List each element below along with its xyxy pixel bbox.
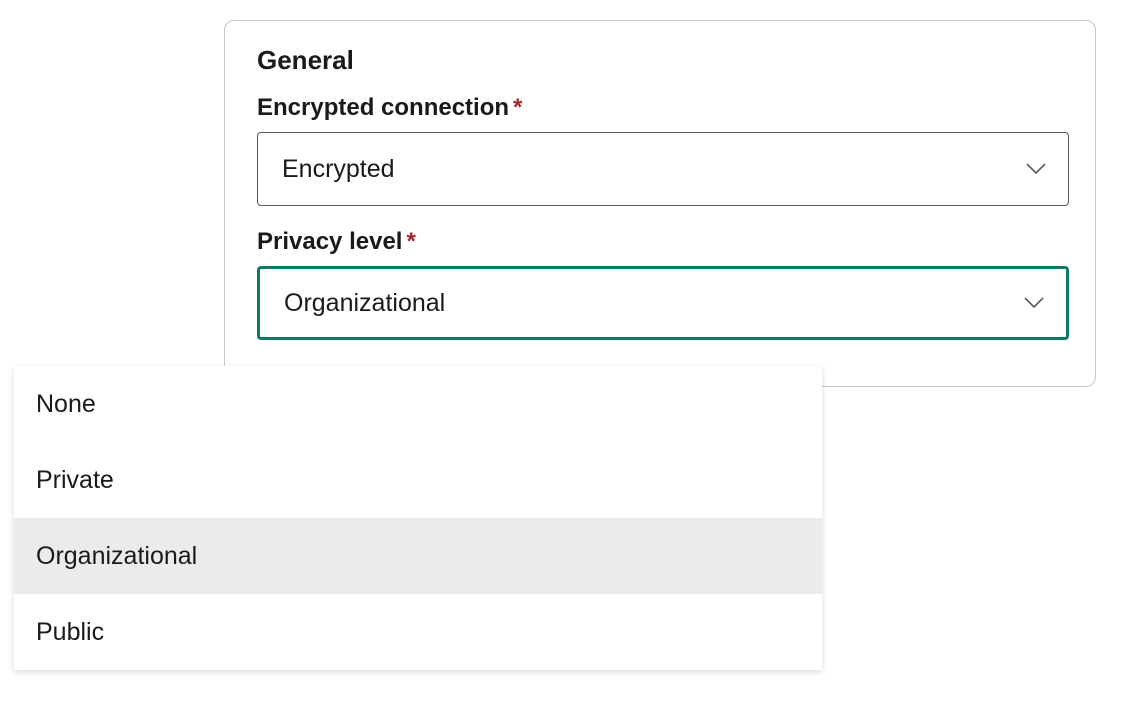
encrypted-connection-label: Encrypted connection* bbox=[257, 94, 1069, 122]
label-text: Privacy level bbox=[257, 228, 402, 255]
option-private[interactable]: Private bbox=[14, 442, 822, 518]
label-text: Encrypted connection bbox=[257, 94, 509, 121]
privacy-level-label: Privacy level* bbox=[257, 228, 1069, 256]
chevron-down-icon bbox=[1024, 297, 1044, 309]
required-marker: * bbox=[406, 228, 415, 255]
dropdown-value: Encrypted bbox=[282, 155, 395, 184]
required-marker: * bbox=[513, 94, 522, 121]
encrypted-connection-dropdown[interactable]: Encrypted bbox=[257, 132, 1069, 206]
section-title: General bbox=[257, 45, 1069, 76]
option-public[interactable]: Public bbox=[14, 594, 822, 670]
option-organizational[interactable]: Organizational bbox=[14, 518, 822, 594]
chevron-down-icon bbox=[1026, 163, 1046, 175]
general-panel: General Encrypted connection* Encrypted … bbox=[224, 20, 1096, 387]
option-none[interactable]: None bbox=[14, 366, 822, 442]
privacy-level-options-list: None Private Organizational Public bbox=[14, 366, 822, 670]
dropdown-value: Organizational bbox=[284, 289, 445, 318]
privacy-level-dropdown[interactable]: Organizational bbox=[257, 266, 1069, 340]
